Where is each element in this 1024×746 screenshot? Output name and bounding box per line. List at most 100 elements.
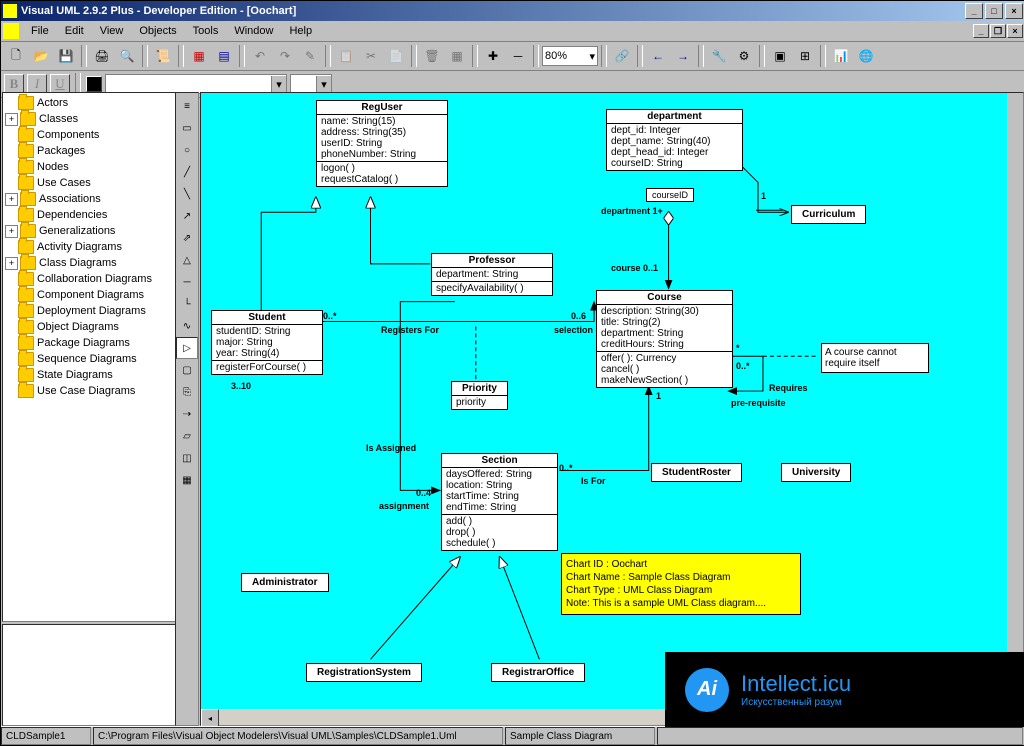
group-icon[interactable]: ⊞ (793, 44, 817, 68)
copy-icon[interactable]: 📋 (334, 44, 358, 68)
tb-line2-icon[interactable]: ╲ (176, 183, 198, 205)
db-icon[interactable]: ▤ (212, 44, 236, 68)
cut-icon[interactable]: ✂ (359, 44, 383, 68)
class-registraroffice[interactable]: RegistrarOffice (491, 663, 585, 682)
tree-item[interactable]: Activity Diagrams (5, 239, 173, 255)
tree-item[interactable]: Package Diagrams (5, 335, 173, 351)
expand-icon[interactable]: + (5, 113, 18, 126)
tree-item[interactable]: Deployment Diagrams (5, 303, 173, 319)
zoom-combo[interactable]: 80%▾ (542, 46, 598, 66)
minimize-button[interactable]: _ (965, 3, 983, 19)
tb-gen-icon[interactable]: △ (176, 249, 198, 271)
note-constraint[interactable]: A course cannot require itself (821, 343, 929, 373)
tree-item[interactable]: Actors (5, 95, 173, 111)
script-icon[interactable]: 📜 (151, 44, 175, 68)
diagram-canvas[interactable]: RegUser name: String(15)address: String(… (201, 93, 1007, 709)
redo-icon[interactable]: ↷ (273, 44, 297, 68)
class-administrator[interactable]: Administrator (241, 573, 329, 592)
brush-icon[interactable]: ✎ (298, 44, 322, 68)
detail-pane[interactable] (2, 624, 176, 726)
menu-help[interactable]: Help (281, 23, 320, 39)
class-reguser[interactable]: RegUser name: String(15)address: String(… (316, 100, 448, 187)
tree-item[interactable]: +Classes (5, 111, 173, 127)
menu-objects[interactable]: Objects (131, 23, 184, 39)
class-section[interactable]: Section daysOffered: Stringlocation: Str… (441, 453, 558, 551)
tool1-icon[interactable]: 🔧 (707, 44, 731, 68)
tree-pane[interactable]: Actors+ClassesComponentsPackagesNodesUse… (2, 92, 176, 622)
color-button[interactable] (86, 76, 102, 92)
link-icon[interactable]: 🔗 (610, 44, 634, 68)
tree-item[interactable]: Object Diagrams (5, 319, 173, 335)
tree-item[interactable]: +Generalizations (5, 223, 173, 239)
expand-icon[interactable]: + (5, 193, 18, 206)
class-registrationsystem[interactable]: RegistrationSystem (306, 663, 422, 682)
tb-line1-icon[interactable]: ╱ (176, 161, 198, 183)
class-student[interactable]: Student studentID: Stringmajor: Stringye… (211, 310, 323, 375)
menu-window[interactable]: Window (226, 23, 281, 39)
tb-anchor-icon[interactable]: ⎘ (176, 381, 198, 403)
tb-menu-icon[interactable]: ≡ (176, 95, 198, 117)
tree-item[interactable]: Dependencies (5, 207, 173, 223)
tb-comp-icon[interactable]: ◫ (176, 447, 198, 469)
close-button[interactable]: × (1005, 3, 1023, 19)
mdi-restore-button[interactable]: ❐ (990, 24, 1006, 38)
crosshair-icon[interactable]: ✚ (481, 44, 505, 68)
tb-arrow1-icon[interactable]: ↗ (176, 205, 198, 227)
print-icon[interactable]: 🖨 (90, 44, 114, 68)
tb-curve-icon[interactable]: ∿ (176, 315, 198, 337)
chart-icon[interactable]: 📊 (829, 44, 853, 68)
class-priority[interactable]: Priority priority (451, 381, 508, 410)
class-professor[interactable]: Professor department: String specifyAvai… (431, 253, 553, 296)
tb-select-icon[interactable]: ▷ (176, 337, 198, 359)
gen-icon[interactable]: ▦ (187, 44, 211, 68)
class-department[interactable]: department dept_id: Integerdept_name: St… (606, 109, 743, 171)
scrollbar-vertical[interactable] (1007, 93, 1023, 709)
tree-item[interactable]: Component Diagrams (5, 287, 173, 303)
class-studentroster[interactable]: StudentRoster (651, 463, 742, 482)
expand-icon[interactable]: + (5, 257, 18, 270)
tb-line3-icon[interactable]: ─ (176, 271, 198, 293)
menu-view[interactable]: View (92, 23, 132, 39)
menu-tools[interactable]: Tools (185, 23, 227, 39)
tb-class-icon[interactable]: ▭ (176, 117, 198, 139)
class-university[interactable]: University (781, 463, 851, 482)
maximize-button[interactable]: □ (985, 3, 1003, 19)
new-icon[interactable]: 🗋 (4, 44, 28, 68)
tb-dep-icon[interactable]: ⇢ (176, 403, 198, 425)
line-icon[interactable]: ─ (506, 44, 530, 68)
tree-item[interactable]: Components (5, 127, 173, 143)
tb-note-icon[interactable]: ▢ (176, 359, 198, 381)
mdi-minimize-button[interactable]: _ (973, 24, 989, 38)
arrow-left-icon[interactable]: ← (646, 44, 670, 68)
class-curriculum[interactable]: Curriculum (791, 205, 866, 224)
tb-usecase-icon[interactable]: ○ (176, 139, 198, 161)
undo-icon[interactable]: ↶ (248, 44, 272, 68)
web-icon[interactable]: 🌐 (854, 44, 878, 68)
tool2-icon[interactable]: ⚙ (732, 44, 756, 68)
menu-edit[interactable]: Edit (57, 23, 92, 39)
tree-item[interactable]: Sequence Diagrams (5, 351, 173, 367)
grid-icon[interactable]: ▦ (445, 44, 469, 68)
delete-icon[interactable]: 🗑 (420, 44, 444, 68)
tb-angle-icon[interactable]: └ (176, 293, 198, 315)
preview-icon[interactable]: 🔍 (115, 44, 139, 68)
tree-item[interactable]: State Diagrams (5, 367, 173, 383)
tb-pack-icon[interactable]: ▱ (176, 425, 198, 447)
expand-icon[interactable]: + (5, 225, 18, 238)
save-icon[interactable]: 💾 (54, 44, 78, 68)
note-chart-info[interactable]: Chart ID : Oochart Chart Name : Sample C… (561, 553, 801, 615)
menu-file[interactable]: File (23, 23, 57, 39)
tb-grid-icon[interactable]: ▦ (176, 469, 198, 491)
tree-item[interactable]: Use Case Diagrams (5, 383, 173, 399)
tree-item[interactable]: +Class Diagrams (5, 255, 173, 271)
tree-item[interactable]: +Associations (5, 191, 173, 207)
tree-item[interactable]: Use Cases (5, 175, 173, 191)
arrow-right-icon[interactable]: → (671, 44, 695, 68)
mdi-close-button[interactable]: × (1007, 24, 1023, 38)
tb-arrow2-icon[interactable]: ⇗ (176, 227, 198, 249)
open-icon[interactable]: 📂 (29, 44, 53, 68)
paste-icon[interactable]: 📄 (384, 44, 408, 68)
tree-item[interactable]: Packages (5, 143, 173, 159)
scroll-left-icon[interactable]: ◂ (201, 709, 219, 727)
tree-item[interactable]: Nodes (5, 159, 173, 175)
